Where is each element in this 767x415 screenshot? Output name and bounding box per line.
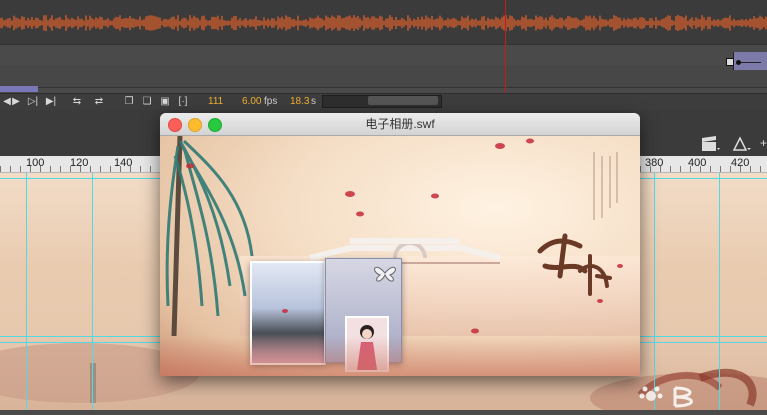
swf-preview-window[interactable]: 电子相册.swf <box>160 113 640 376</box>
window-titlebar[interactable]: 电子相册.swf <box>160 113 640 136</box>
guide-line[interactable] <box>654 173 655 410</box>
onion-skin-icon[interactable]: ❐ <box>123 94 135 110</box>
ruler-label: 420 <box>731 157 750 169</box>
guide-line[interactable] <box>26 173 27 410</box>
ruler-label: 400 <box>688 157 707 169</box>
tween-span[interactable] <box>0 86 38 92</box>
timeline-scrollbar-thumb[interactable] <box>368 96 438 105</box>
guide-line[interactable] <box>719 173 720 410</box>
timeline-layer-row[interactable] <box>0 65 767 88</box>
step-forward-icon[interactable]: ▷| <box>27 94 39 110</box>
frame-rate-value[interactable]: 6.00 <box>242 94 261 110</box>
playhead[interactable] <box>505 0 506 93</box>
current-frame-number[interactable]: 111 <box>208 94 223 110</box>
plus-icon[interactable]: + <box>760 136 767 152</box>
ruler-label: 140 <box>114 157 133 169</box>
frame-rate-unit: fps <box>264 96 278 107</box>
window-title: 电子相册.swf <box>365 117 435 131</box>
audio-waveform <box>0 15 767 31</box>
center-frame-icon[interactable]: ⇄ <box>92 94 106 110</box>
loop-icon[interactable]: ⇆ <box>70 94 84 110</box>
modify-onion-markers-icon[interactable]: [·] <box>177 94 189 110</box>
ruler-label: 120 <box>70 157 89 169</box>
photo-album-scene[interactable] <box>160 136 640 376</box>
pen-tool-icon[interactable] <box>732 136 752 152</box>
waveform-path <box>0 15 767 31</box>
clapperboard-icon[interactable] <box>700 136 720 152</box>
onion-skin-outlines-icon[interactable]: ❏ <box>141 94 153 110</box>
edit-multiple-frames-icon[interactable]: ▣ <box>159 94 171 110</box>
ruler-label: 380 <box>645 157 664 169</box>
elapsed-time-value[interactable]: 18.3 <box>290 94 309 110</box>
guide-line[interactable] <box>92 173 93 410</box>
elapsed-time-unit: s <box>311 96 316 107</box>
timeline-layer-row[interactable] <box>0 44 767 66</box>
baidu-watermark-logo <box>635 382 767 410</box>
blank-keyframe[interactable] <box>726 58 734 66</box>
go-to-end-icon[interactable]: ▶| <box>44 94 58 110</box>
falling-petals <box>186 138 623 334</box>
tween-line <box>741 62 761 63</box>
play-icon[interactable]: ▶ <box>10 94 22 110</box>
ruler-label: 100 <box>26 157 45 169</box>
